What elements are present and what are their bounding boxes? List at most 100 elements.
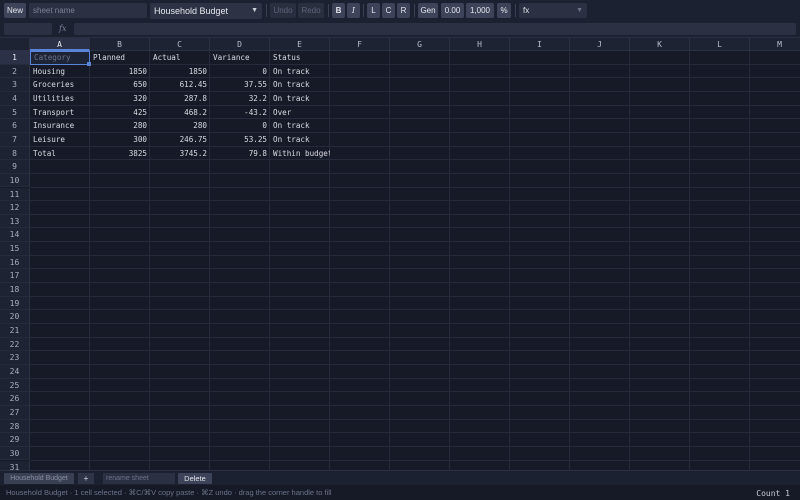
- cell-a2[interactable]: Housing: [30, 65, 90, 79]
- cell-a3[interactable]: Groceries: [30, 78, 90, 92]
- row-header-3[interactable]: 3: [0, 78, 30, 92]
- row-header-20[interactable]: 20: [0, 310, 30, 324]
- row-header-15[interactable]: 15: [0, 242, 30, 256]
- cell-c4[interactable]: 287.8: [150, 92, 210, 106]
- row-header-23[interactable]: 23: [0, 351, 30, 365]
- row-header-27[interactable]: 27: [0, 405, 30, 420]
- row-header-21[interactable]: 21: [0, 324, 30, 338]
- row-header-1[interactable]: 1: [0, 51, 30, 65]
- cell-d5[interactable]: -43.2: [210, 106, 270, 120]
- cell-c2[interactable]: 1850: [150, 65, 210, 79]
- column-header-m[interactable]: M: [750, 38, 800, 51]
- row-header-16[interactable]: 16: [0, 255, 30, 270]
- cell-d3[interactable]: 37.55: [210, 78, 270, 92]
- cell-a4[interactable]: Utilities: [30, 92, 90, 106]
- align-left-button[interactable]: L: [367, 3, 380, 18]
- cell-e6[interactable]: On track: [270, 119, 330, 133]
- cell-a6[interactable]: Insurance: [30, 119, 90, 133]
- new-button[interactable]: New: [4, 3, 26, 18]
- cell-e5[interactable]: Over: [270, 106, 330, 120]
- cell-a7[interactable]: Leisure: [30, 133, 90, 147]
- row-header-9[interactable]: 9: [0, 160, 30, 174]
- column-header-g[interactable]: G: [390, 38, 450, 51]
- row-header-29[interactable]: 29: [0, 433, 30, 447]
- formula-input[interactable]: [74, 23, 796, 35]
- row-header-19[interactable]: 19: [0, 296, 30, 311]
- cell-b3[interactable]: 650: [90, 78, 150, 92]
- column-header-d[interactable]: D: [210, 38, 270, 51]
- function-select[interactable]: fx ▼: [519, 3, 587, 18]
- row-header-2[interactable]: 2: [0, 64, 30, 79]
- row-header-30[interactable]: 30: [0, 446, 30, 461]
- cell-e2[interactable]: On track: [270, 65, 330, 79]
- cell-d6[interactable]: 0: [210, 119, 270, 133]
- italic-button[interactable]: I: [347, 3, 360, 18]
- row-header-28[interactable]: 28: [0, 419, 30, 434]
- add-sheet-button[interactable]: +: [78, 473, 94, 484]
- cell-d8[interactable]: 79.8: [210, 147, 270, 161]
- cell-d4[interactable]: 32.2: [210, 92, 270, 106]
- cell-c5[interactable]: 468.2: [150, 106, 210, 120]
- cell-d2[interactable]: 0: [210, 65, 270, 79]
- row-header-4[interactable]: 4: [0, 91, 30, 106]
- cell-d7[interactable]: 53.25: [210, 133, 270, 147]
- cell-a5[interactable]: Transport: [30, 106, 90, 120]
- cell-e7[interactable]: On track: [270, 133, 330, 147]
- row-header-7[interactable]: 7: [0, 132, 30, 147]
- column-header-c[interactable]: C: [150, 38, 210, 51]
- column-header-a[interactable]: A: [30, 38, 90, 51]
- row-header-31[interactable]: 31: [0, 460, 30, 470]
- cell-c8[interactable]: 3745.2: [150, 147, 210, 161]
- select-all-corner[interactable]: [0, 38, 30, 51]
- row-header-5[interactable]: 5: [0, 105, 30, 120]
- row-header-17[interactable]: 17: [0, 269, 30, 284]
- align-right-button[interactable]: R: [397, 3, 410, 18]
- cell-c6[interactable]: 280: [150, 119, 210, 133]
- cell-b5[interactable]: 425: [90, 106, 150, 120]
- row-header-6[interactable]: 6: [0, 119, 30, 133]
- column-header-h[interactable]: H: [450, 38, 510, 51]
- column-header-e[interactable]: E: [270, 38, 330, 51]
- row-header-24[interactable]: 24: [0, 364, 30, 379]
- column-header-k[interactable]: K: [630, 38, 690, 51]
- row-header-10[interactable]: 10: [0, 173, 30, 188]
- percent-format-button[interactable]: %: [497, 3, 511, 18]
- general-format-button[interactable]: Gen: [418, 3, 438, 18]
- delete-sheet-button[interactable]: Delete: [178, 473, 212, 484]
- cell-e3[interactable]: On track: [270, 78, 330, 92]
- cell-c7[interactable]: 246.75: [150, 133, 210, 147]
- cell-e4[interactable]: On track: [270, 92, 330, 106]
- row-header-12[interactable]: 12: [0, 201, 30, 215]
- cell-b2[interactable]: 1850: [90, 65, 150, 79]
- bold-button[interactable]: B: [332, 3, 345, 18]
- column-header-f[interactable]: F: [330, 38, 390, 51]
- budget-select[interactable]: Household Budget ▼: [150, 3, 262, 19]
- redo-button[interactable]: Redo: [298, 3, 324, 18]
- cell-b4[interactable]: 320: [90, 92, 150, 106]
- thousands-format-button[interactable]: 1,000: [466, 3, 494, 18]
- cell-c3[interactable]: 612.45: [150, 78, 210, 92]
- cell-b7[interactable]: 300: [90, 133, 150, 147]
- row-header-11[interactable]: 11: [0, 187, 30, 202]
- decimal-format-button[interactable]: 0.00: [441, 3, 464, 18]
- cell-a8[interactable]: Total: [30, 147, 90, 161]
- column-header-b[interactable]: B: [90, 38, 150, 51]
- fill-handle[interactable]: [87, 61, 91, 66]
- cell-c1[interactable]: Actual: [150, 51, 210, 65]
- spreadsheet-grid[interactable]: A B C D E F G H I J K L M 1 2 3 4 5 6 7 8 9 10 11 12 13 14 15 16 17 18…: [0, 38, 800, 470]
- name-box[interactable]: [4, 23, 52, 35]
- cell-e1[interactable]: Status: [270, 51, 330, 65]
- cell-b1[interactable]: Planned: [90, 51, 150, 65]
- sheet-name-input[interactable]: sheet name: [29, 3, 147, 18]
- row-header-25[interactable]: 25: [0, 378, 30, 393]
- cell-b8[interactable]: 3825: [90, 147, 150, 161]
- align-center-button[interactable]: C: [382, 3, 395, 18]
- row-header-22[interactable]: 22: [0, 337, 30, 352]
- sheet-tab-household-budget[interactable]: Household Budget: [4, 473, 74, 484]
- undo-button[interactable]: Undo: [270, 3, 296, 18]
- cell-a1[interactable]: Category: [30, 51, 90, 65]
- cell-b6[interactable]: 280: [90, 119, 150, 133]
- cell-e8[interactable]: Within budget: [270, 147, 330, 161]
- rename-sheet-input[interactable]: rename sheet: [103, 473, 175, 484]
- row-header-18[interactable]: 18: [0, 283, 30, 297]
